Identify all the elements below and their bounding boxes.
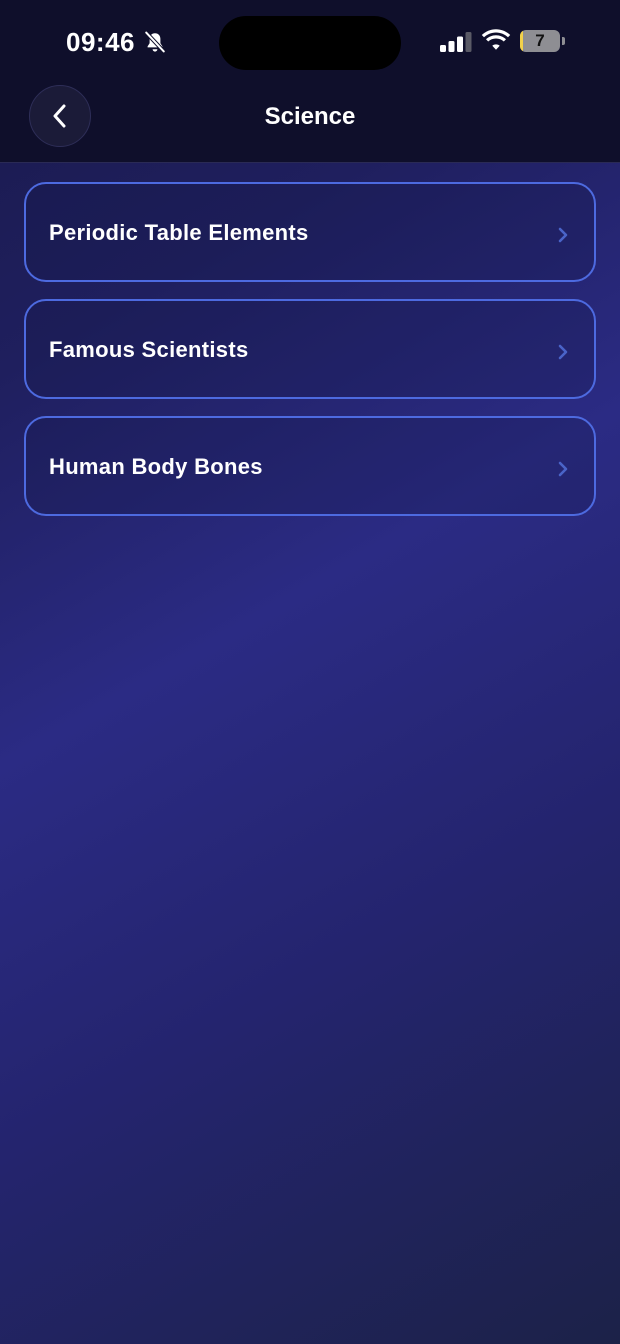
bell-slash-icon [144,31,166,53]
chevron-right-icon [558,227,568,243]
cellular-signal-icon [440,32,472,52]
battery-body: 7 [520,30,560,52]
topic-label: Famous Scientists [49,337,249,362]
topic-periodic-table-elements[interactable]: Periodic Table Elements [24,182,596,282]
battery-icon: 7 [520,30,566,54]
chevron-right-icon [558,461,568,477]
topic-label: Human Body Bones [49,454,263,479]
topic-human-body-bones[interactable]: Human Body Bones [24,416,596,516]
status-time: 09:46 [66,27,135,57]
dynamic-island [219,16,401,70]
topic-famous-scientists[interactable]: Famous Scientists [24,299,596,399]
top-bar: 09:46 7 Science [0,0,620,163]
science-screen: 09:46 7 Science Periodic Table Elements … [0,0,620,1344]
battery-level: 7 [535,31,545,50]
page-title: Science [264,103,356,130]
wifi-icon [481,29,511,50]
chevron-right-icon [558,344,568,360]
topic-list: Periodic Table Elements Famous Scientist… [24,182,596,533]
battery-cap [562,37,565,45]
topic-label: Periodic Table Elements [49,220,309,245]
